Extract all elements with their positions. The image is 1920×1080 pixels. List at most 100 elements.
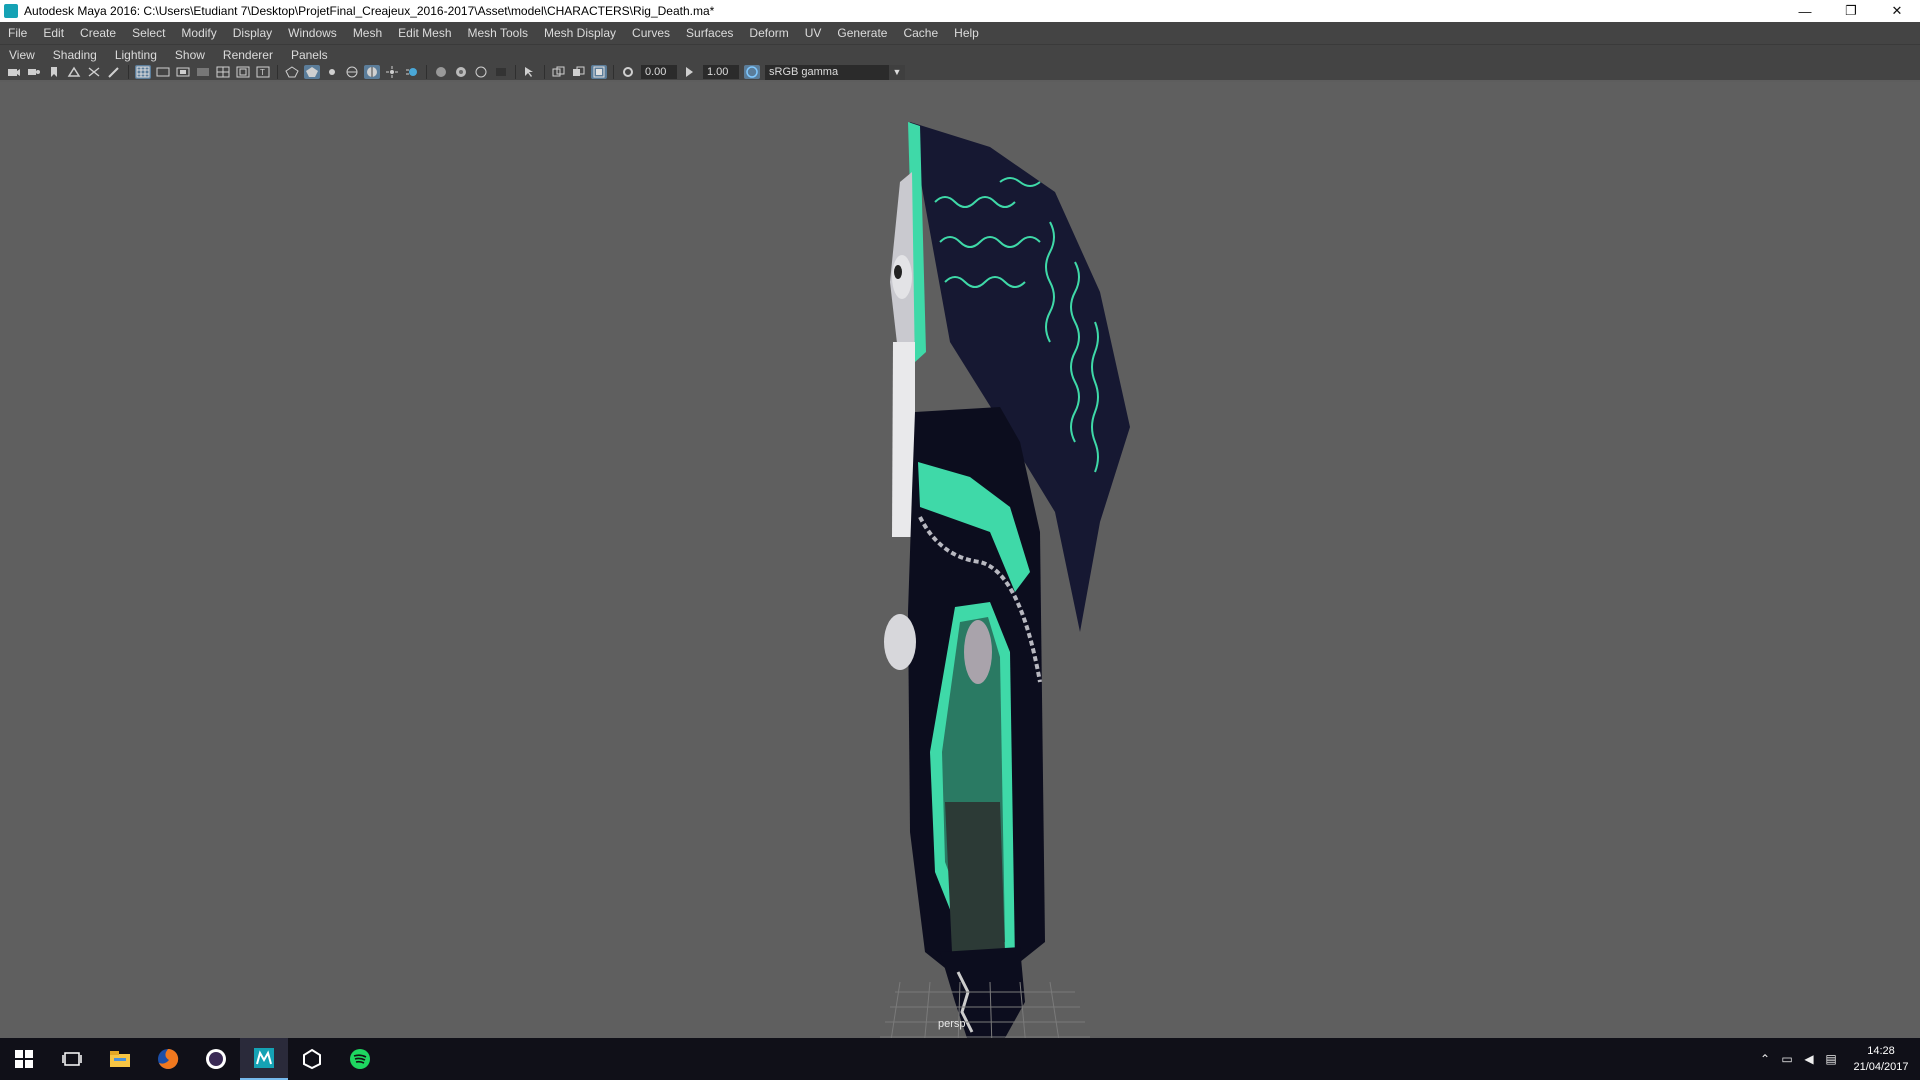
toolbar-separator [515,65,516,79]
panel-toolbar: T 0.00 1.00 sRGB gamma ▼ [0,64,1920,80]
clock[interactable]: 14:28 21/04/2017 [1842,1043,1920,1075]
isolate-select-icon[interactable] [551,65,567,79]
firefox-button[interactable] [144,1038,192,1080]
start-button[interactable] [0,1038,48,1080]
resolution-gate-icon[interactable] [175,65,191,79]
camera-attributes-icon[interactable] [26,65,42,79]
chevron-up-icon[interactable]: ⌃ [1754,1038,1776,1080]
gate-mask-icon[interactable] [195,65,211,79]
toolbar-separator [426,65,427,79]
menu-edit-mesh[interactable]: Edit Mesh [390,22,459,44]
main-menu-bar: File Edit Create Select Modify Display W… [0,22,1920,44]
notification-icon[interactable]: ▤ [1820,1038,1842,1080]
maya-app-icon [4,4,18,18]
exposure-icon[interactable] [620,65,636,79]
close-button[interactable]: ✕ [1874,0,1920,22]
xray-active-icon[interactable] [453,65,469,79]
task-view-icon [62,1052,82,1066]
backface-icon[interactable] [493,65,509,79]
camera-icon[interactable] [6,65,22,79]
skull-face [892,255,912,299]
menu-uv[interactable]: UV [797,22,830,44]
perspective-viewport[interactable]: Y [0,82,1920,1038]
menu-surfaces[interactable]: Surfaces [678,22,741,44]
volume-icon[interactable]: ◀ [1798,1038,1820,1080]
panel-menu-panels[interactable]: Panels [282,45,337,65]
menu-windows[interactable]: Windows [280,22,345,44]
menu-generate[interactable]: Generate [829,22,895,44]
clock-date: 21/04/2017 [1853,1061,1909,1073]
grease-pencil-icon[interactable] [106,65,122,79]
textured-icon[interactable] [344,65,360,79]
menu-create[interactable]: Create [72,22,124,44]
spotify-icon [350,1049,370,1069]
panel-menu-lighting[interactable]: Lighting [106,45,166,65]
obs-button[interactable] [192,1038,240,1080]
task-view-button[interactable] [48,1038,96,1080]
2d-pan-zoom-icon[interactable] [86,65,102,79]
motion-blur-icon[interactable] [404,65,420,79]
network-icon[interactable]: ▭ [1776,1038,1798,1080]
unity-icon [303,1048,321,1070]
chevron-down-icon: ▼ [889,64,905,80]
grid-icon[interactable] [135,65,151,79]
menu-modify[interactable]: Modify [173,22,224,44]
toolbar-separator [128,65,129,79]
image-plane-icon[interactable] [66,65,82,79]
color-space-select[interactable]: sRGB gamma ▼ [765,64,905,80]
character-model [880,122,1130,1038]
frame-all-icon[interactable] [571,65,587,79]
safe-title-icon[interactable]: T [255,65,271,79]
screen-space-ao-icon[interactable] [384,65,400,79]
menu-help[interactable]: Help [946,22,987,44]
smooth-shade-icon[interactable] [304,65,320,79]
system-tray: ⌃ ▭ ◀ ▤ 14:28 21/04/2017 [1754,1038,1920,1080]
camera-label: persp [938,1018,966,1030]
toolbar-separator [613,65,614,79]
safe-action-icon[interactable] [235,65,251,79]
menu-deform[interactable]: Deform [741,22,796,44]
select-camera-icon[interactable] [522,65,538,79]
restore-button[interactable]: ❐ [1828,0,1874,22]
color-management-icon[interactable] [744,65,760,79]
panel-menu-view[interactable]: View [0,45,44,65]
gamma-icon[interactable] [682,65,698,79]
panel-menu-show[interactable]: Show [166,45,214,65]
xray-icon[interactable] [433,65,449,79]
menu-curves[interactable]: Curves [624,22,678,44]
windows-taskbar: ⌃ ▭ ◀ ▤ 14:28 21/04/2017 [0,1038,1920,1080]
menu-mesh-tools[interactable]: Mesh Tools [460,22,536,44]
shadows-icon[interactable] [364,65,380,79]
window-controls: — ❐ ✕ [1782,0,1920,22]
menu-select[interactable]: Select [124,22,173,44]
color-space-value: sRGB gamma [769,66,839,78]
panel-menu-renderer[interactable]: Renderer [214,45,282,65]
window-title: Autodesk Maya 2016: C:\Users\Etudiant 7\… [24,4,715,18]
obs-icon [206,1049,226,1069]
bookmark-icon[interactable] [46,65,62,79]
file-explorer-button[interactable] [96,1038,144,1080]
menu-mesh[interactable]: Mesh [345,22,390,44]
panel-menu-shading[interactable]: Shading [44,45,106,65]
panel-menu-bar: View Shading Lighting Show Renderer Pane… [0,44,1920,64]
menu-file[interactable]: File [0,22,35,44]
wireframe-icon[interactable] [284,65,300,79]
unity-button[interactable] [288,1038,336,1080]
gamma-field[interactable]: 1.00 [703,65,739,79]
menu-display[interactable]: Display [225,22,280,44]
menu-mesh-display[interactable]: Mesh Display [536,22,624,44]
lights-icon[interactable] [324,65,340,79]
frame-selection-icon[interactable] [591,65,607,79]
svg-text:T: T [260,68,265,77]
menu-edit[interactable]: Edit [35,22,72,44]
field-chart-icon[interactable] [215,65,231,79]
windows-logo-icon [15,1050,33,1068]
menu-cache[interactable]: Cache [895,22,946,44]
film-gate-icon[interactable] [155,65,171,79]
exposure-field[interactable]: 0.00 [641,65,677,79]
xray-joints-icon[interactable] [473,65,489,79]
maya-taskbar-button[interactable] [240,1038,288,1080]
spotify-button[interactable] [336,1038,384,1080]
toolbar-separator [544,65,545,79]
minimize-button[interactable]: — [1782,0,1828,22]
